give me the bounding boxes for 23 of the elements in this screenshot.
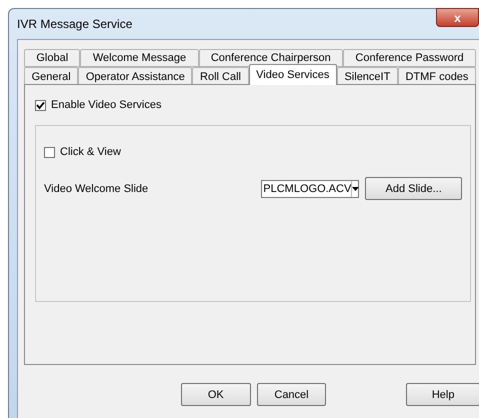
checkbox[interactable] <box>35 100 46 110</box>
tab[interactable]: Welcome Message <box>80 49 199 67</box>
checkbox-label: Click & View <box>60 146 121 158</box>
tab[interactable]: Operator Assistance <box>78 67 192 85</box>
window-title: IVR Message Service <box>17 17 132 31</box>
tab[interactable]: Roll Call <box>192 67 249 85</box>
dialog-button[interactable]: Help <box>406 383 479 406</box>
tab[interactable]: SilenceIT <box>336 67 398 85</box>
dropdown-arrow-icon <box>352 186 360 190</box>
field-label: Video Welcome Slide <box>44 182 150 194</box>
checkbox[interactable] <box>44 146 55 158</box>
dialog-button[interactable]: Cancel <box>256 383 326 406</box>
tab[interactable]: Conference Chairperson <box>198 49 344 67</box>
tab[interactable]: DTMF codes <box>398 67 476 85</box>
tab[interactable]: Conference Password <box>343 49 476 67</box>
dialog-button[interactable]: OK <box>181 383 251 406</box>
tab[interactable]: General <box>24 67 78 85</box>
tab[interactable]: Video Services <box>248 64 337 85</box>
checkbox-label: Enable Video Services <box>51 99 162 111</box>
tab[interactable]: Global <box>24 49 80 67</box>
close-button[interactable]: x <box>436 8 479 27</box>
slide-dropdown[interactable]: PLCMLOGO.ACV <box>261 180 360 198</box>
add-slide-button[interactable]: Add Slide... <box>365 177 462 200</box>
